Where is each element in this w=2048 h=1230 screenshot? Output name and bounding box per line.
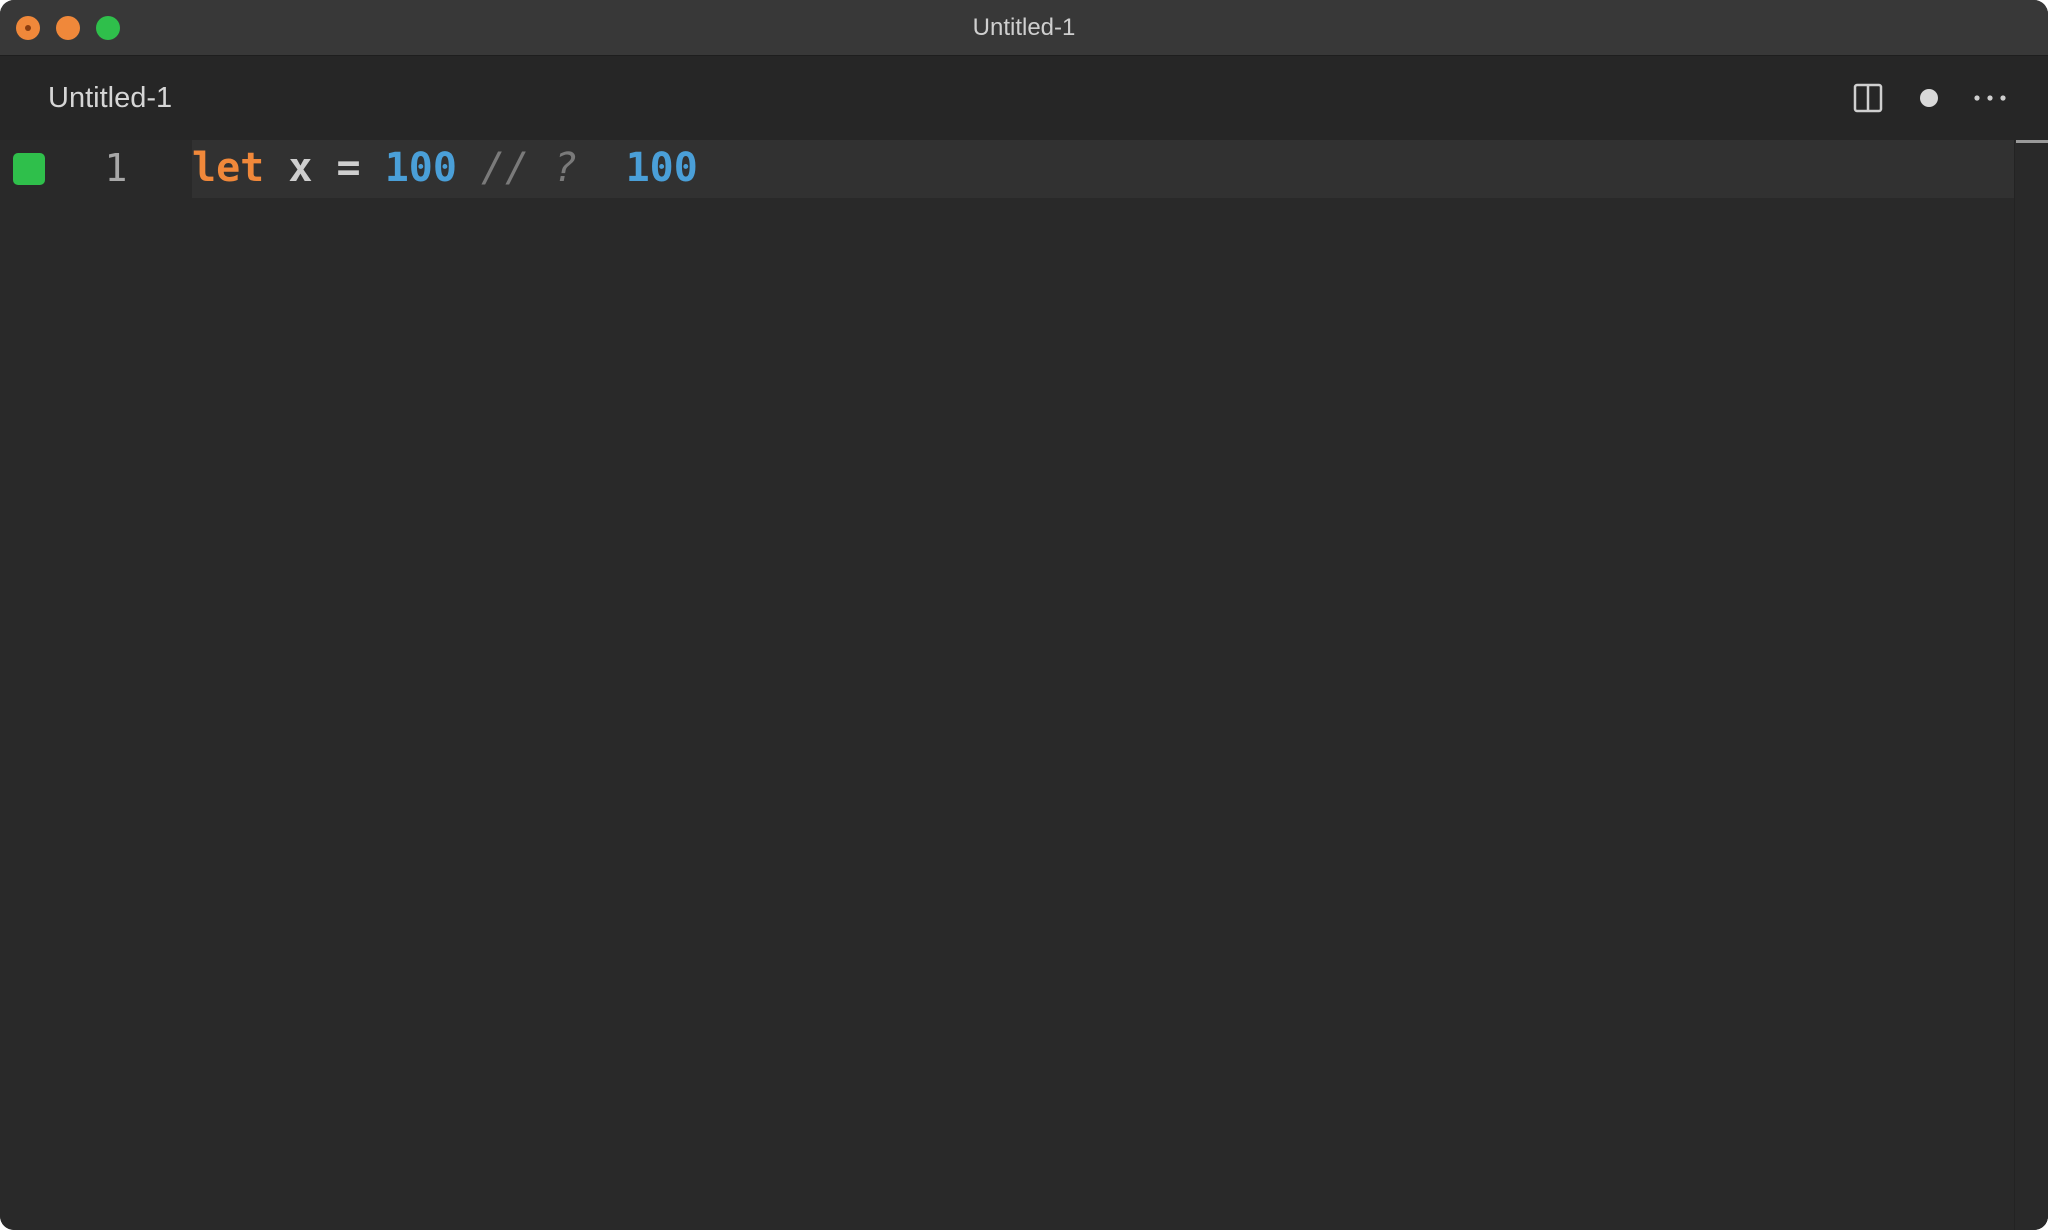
editor-window: Untitled-1 Untitled-1 1 let x = 100 // ?… xyxy=(0,0,2048,1230)
number-token: 100 xyxy=(384,145,457,191)
keyword-token: let xyxy=(192,145,265,191)
identifier-token: x xyxy=(288,145,313,191)
inline-result-value: 100 xyxy=(625,145,698,191)
scroll-position-indicator xyxy=(2016,140,2048,143)
more-actions-icon xyxy=(1974,95,2006,101)
operator-token: = xyxy=(336,145,361,191)
title-bar: Untitled-1 xyxy=(0,0,2048,56)
unsaved-indicator[interactable] xyxy=(1911,80,1947,116)
line-number: 1 xyxy=(104,146,128,190)
coverage-marker[interactable] xyxy=(13,153,45,185)
comment-token: // ? xyxy=(481,145,578,191)
vertical-scrollbar[interactable] xyxy=(2014,140,2048,1230)
code-line[interactable]: let x = 100 // ? 100 xyxy=(192,144,698,192)
tab-bar: Untitled-1 xyxy=(0,56,2048,140)
window-title: Untitled-1 xyxy=(972,14,1076,41)
split-editor-icon xyxy=(1853,83,1883,113)
code-editor[interactable]: 1 let x = 100 // ? 100 xyxy=(0,140,2048,1230)
unsaved-dot-icon xyxy=(1920,89,1938,107)
tab-untitled-1[interactable]: Untitled-1 xyxy=(48,82,172,115)
split-editor-button[interactable] xyxy=(1850,80,1886,116)
more-actions-button[interactable] xyxy=(1972,80,2008,116)
